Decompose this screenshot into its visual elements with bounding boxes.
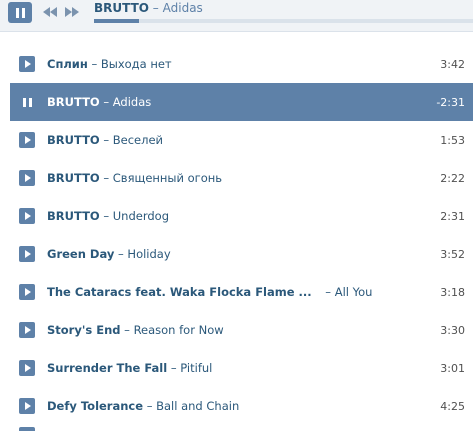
track-name: Священный огонь bbox=[112, 171, 223, 185]
track-row[interactable]: BRUTTO – Underdog 2:31 bbox=[10, 197, 473, 235]
now-playing-artist[interactable]: BRUTTO bbox=[94, 1, 149, 15]
track-separator: – bbox=[321, 285, 335, 299]
track-duration: 3:01 bbox=[440, 361, 465, 375]
track-row-partial bbox=[10, 425, 473, 431]
track-name: Adidas bbox=[112, 95, 152, 109]
play-button[interactable] bbox=[19, 170, 35, 186]
play-icon bbox=[24, 288, 31, 296]
now-playing-title: BRUTTO – Adidas bbox=[94, 1, 203, 15]
track-name: All You bbox=[334, 285, 373, 299]
track-artist[interactable]: Defy Tolerance bbox=[47, 399, 143, 413]
play-button[interactable] bbox=[19, 132, 35, 148]
play-icon bbox=[24, 364, 31, 372]
track-row[interactable]: Surrender The Fall – Pitiful 3:01 bbox=[10, 349, 473, 387]
track-separator: – bbox=[120, 323, 134, 337]
progress-fill bbox=[94, 19, 140, 23]
track-row-active[interactable]: BRUTTO – Adidas -2:31 bbox=[10, 83, 473, 121]
track-row-partial bbox=[10, 31, 473, 45]
rewind-icon bbox=[43, 7, 57, 17]
track-artist[interactable]: The Cataracs feat. Waka Flocka Flame ... bbox=[47, 285, 312, 299]
track-row[interactable]: BRUTTO – Священный огонь 2:22 bbox=[10, 159, 473, 197]
track-duration: 3:52 bbox=[440, 247, 465, 261]
play-icon bbox=[24, 136, 31, 144]
track-title: BRUTTO – Веселей bbox=[47, 133, 163, 147]
track-row[interactable]: The Cataracs feat. Waka Flocka Flame ...… bbox=[10, 273, 473, 311]
progress-bar[interactable] bbox=[94, 19, 473, 23]
track-separator: – bbox=[167, 361, 181, 375]
track-artist[interactable]: Сплин bbox=[47, 57, 88, 71]
track-title: BRUTTO – Underdog bbox=[47, 209, 169, 223]
track-separator: – bbox=[99, 95, 113, 109]
track-title: Сплин – Выхода нет bbox=[47, 57, 172, 71]
play-button[interactable] bbox=[19, 208, 35, 224]
track-name: Pitiful bbox=[180, 361, 213, 375]
track-separator: – bbox=[87, 57, 101, 71]
track-artist[interactable]: BRUTTO bbox=[47, 95, 100, 109]
now-playing-separator: – bbox=[148, 1, 163, 15]
track-separator: – bbox=[99, 133, 113, 147]
play-icon bbox=[24, 174, 31, 182]
track-name: Underdog bbox=[112, 209, 170, 223]
track-name: Holiday bbox=[127, 247, 171, 261]
play-icon bbox=[24, 326, 31, 334]
track-title: Defy Tolerance – Ball and Chain bbox=[47, 399, 239, 413]
play-button[interactable] bbox=[19, 246, 35, 262]
track-separator: – bbox=[99, 209, 113, 223]
track-title: BRUTTO – Священный огонь bbox=[47, 171, 222, 185]
audio-player-bar: BRUTTO – Adidas bbox=[0, 0, 473, 32]
track-artist[interactable]: Surrender The Fall bbox=[47, 361, 167, 375]
next-track-button[interactable] bbox=[60, 2, 84, 22]
track-artist[interactable]: Story's End bbox=[47, 323, 121, 337]
track-title: Surrender The Fall – Pitiful bbox=[47, 361, 212, 375]
play-button[interactable] bbox=[19, 360, 35, 376]
play-icon bbox=[24, 60, 31, 68]
track-artist[interactable]: BRUTTO bbox=[47, 133, 100, 147]
track-duration: 3:30 bbox=[440, 323, 465, 337]
track-artist[interactable]: BRUTTO bbox=[47, 171, 100, 185]
track-duration: 3:42 bbox=[440, 57, 465, 71]
track-duration: -2:31 bbox=[436, 95, 465, 109]
track-duration: 3:18 bbox=[440, 285, 465, 299]
play-icon bbox=[24, 402, 31, 410]
track-name: Ball and Chain bbox=[156, 399, 240, 413]
track-list: Сплин – Выхода нет 3:42 BRUTTO – Adidas … bbox=[10, 31, 473, 431]
track-row[interactable]: BRUTTO – Веселей 1:53 bbox=[10, 121, 473, 159]
track-name: Веселей bbox=[112, 133, 164, 147]
track-row[interactable]: Сплин – Выхода нет 3:42 bbox=[10, 45, 473, 83]
fast-forward-icon bbox=[65, 7, 79, 17]
track-separator: – bbox=[114, 247, 128, 261]
play-button[interactable] bbox=[19, 322, 35, 338]
pause-icon bbox=[22, 97, 32, 107]
track-row[interactable]: Defy Tolerance – Ball and Chain 4:25 bbox=[10, 387, 473, 425]
track-separator: – bbox=[99, 171, 113, 185]
play-button[interactable] bbox=[19, 284, 35, 300]
track-title: The Cataracs feat. Waka Flocka Flame ...… bbox=[47, 285, 372, 299]
track-title: Story's End – Reason for Now bbox=[47, 323, 224, 337]
previous-track-button[interactable] bbox=[38, 2, 62, 22]
track-title: Green Day – Holiday bbox=[47, 247, 171, 261]
play-button[interactable] bbox=[19, 398, 35, 414]
pause-button[interactable] bbox=[8, 2, 32, 23]
track-duration: 4:25 bbox=[440, 399, 465, 413]
track-title: BRUTTO – Adidas bbox=[47, 95, 151, 109]
play-icon bbox=[24, 250, 31, 258]
play-icon bbox=[24, 212, 31, 220]
track-name: Выхода нет bbox=[100, 57, 172, 71]
track-duration: 2:22 bbox=[440, 171, 465, 185]
track-artist[interactable]: BRUTTO bbox=[47, 209, 100, 223]
track-name: Reason for Now bbox=[133, 323, 224, 337]
track-duration: 2:31 bbox=[440, 209, 465, 223]
track-artist[interactable]: Green Day bbox=[47, 247, 114, 261]
track-separator: – bbox=[143, 399, 157, 413]
play-button[interactable] bbox=[19, 56, 35, 72]
now-playing-track: Adidas bbox=[162, 1, 203, 15]
track-row[interactable]: Green Day – Holiday 3:52 bbox=[10, 235, 473, 273]
track-duration: 1:53 bbox=[440, 133, 465, 147]
pause-icon bbox=[15, 7, 25, 18]
pause-button[interactable] bbox=[19, 94, 35, 110]
play-button[interactable] bbox=[19, 427, 35, 431]
track-row[interactable]: Story's End – Reason for Now 3:30 bbox=[10, 311, 473, 349]
